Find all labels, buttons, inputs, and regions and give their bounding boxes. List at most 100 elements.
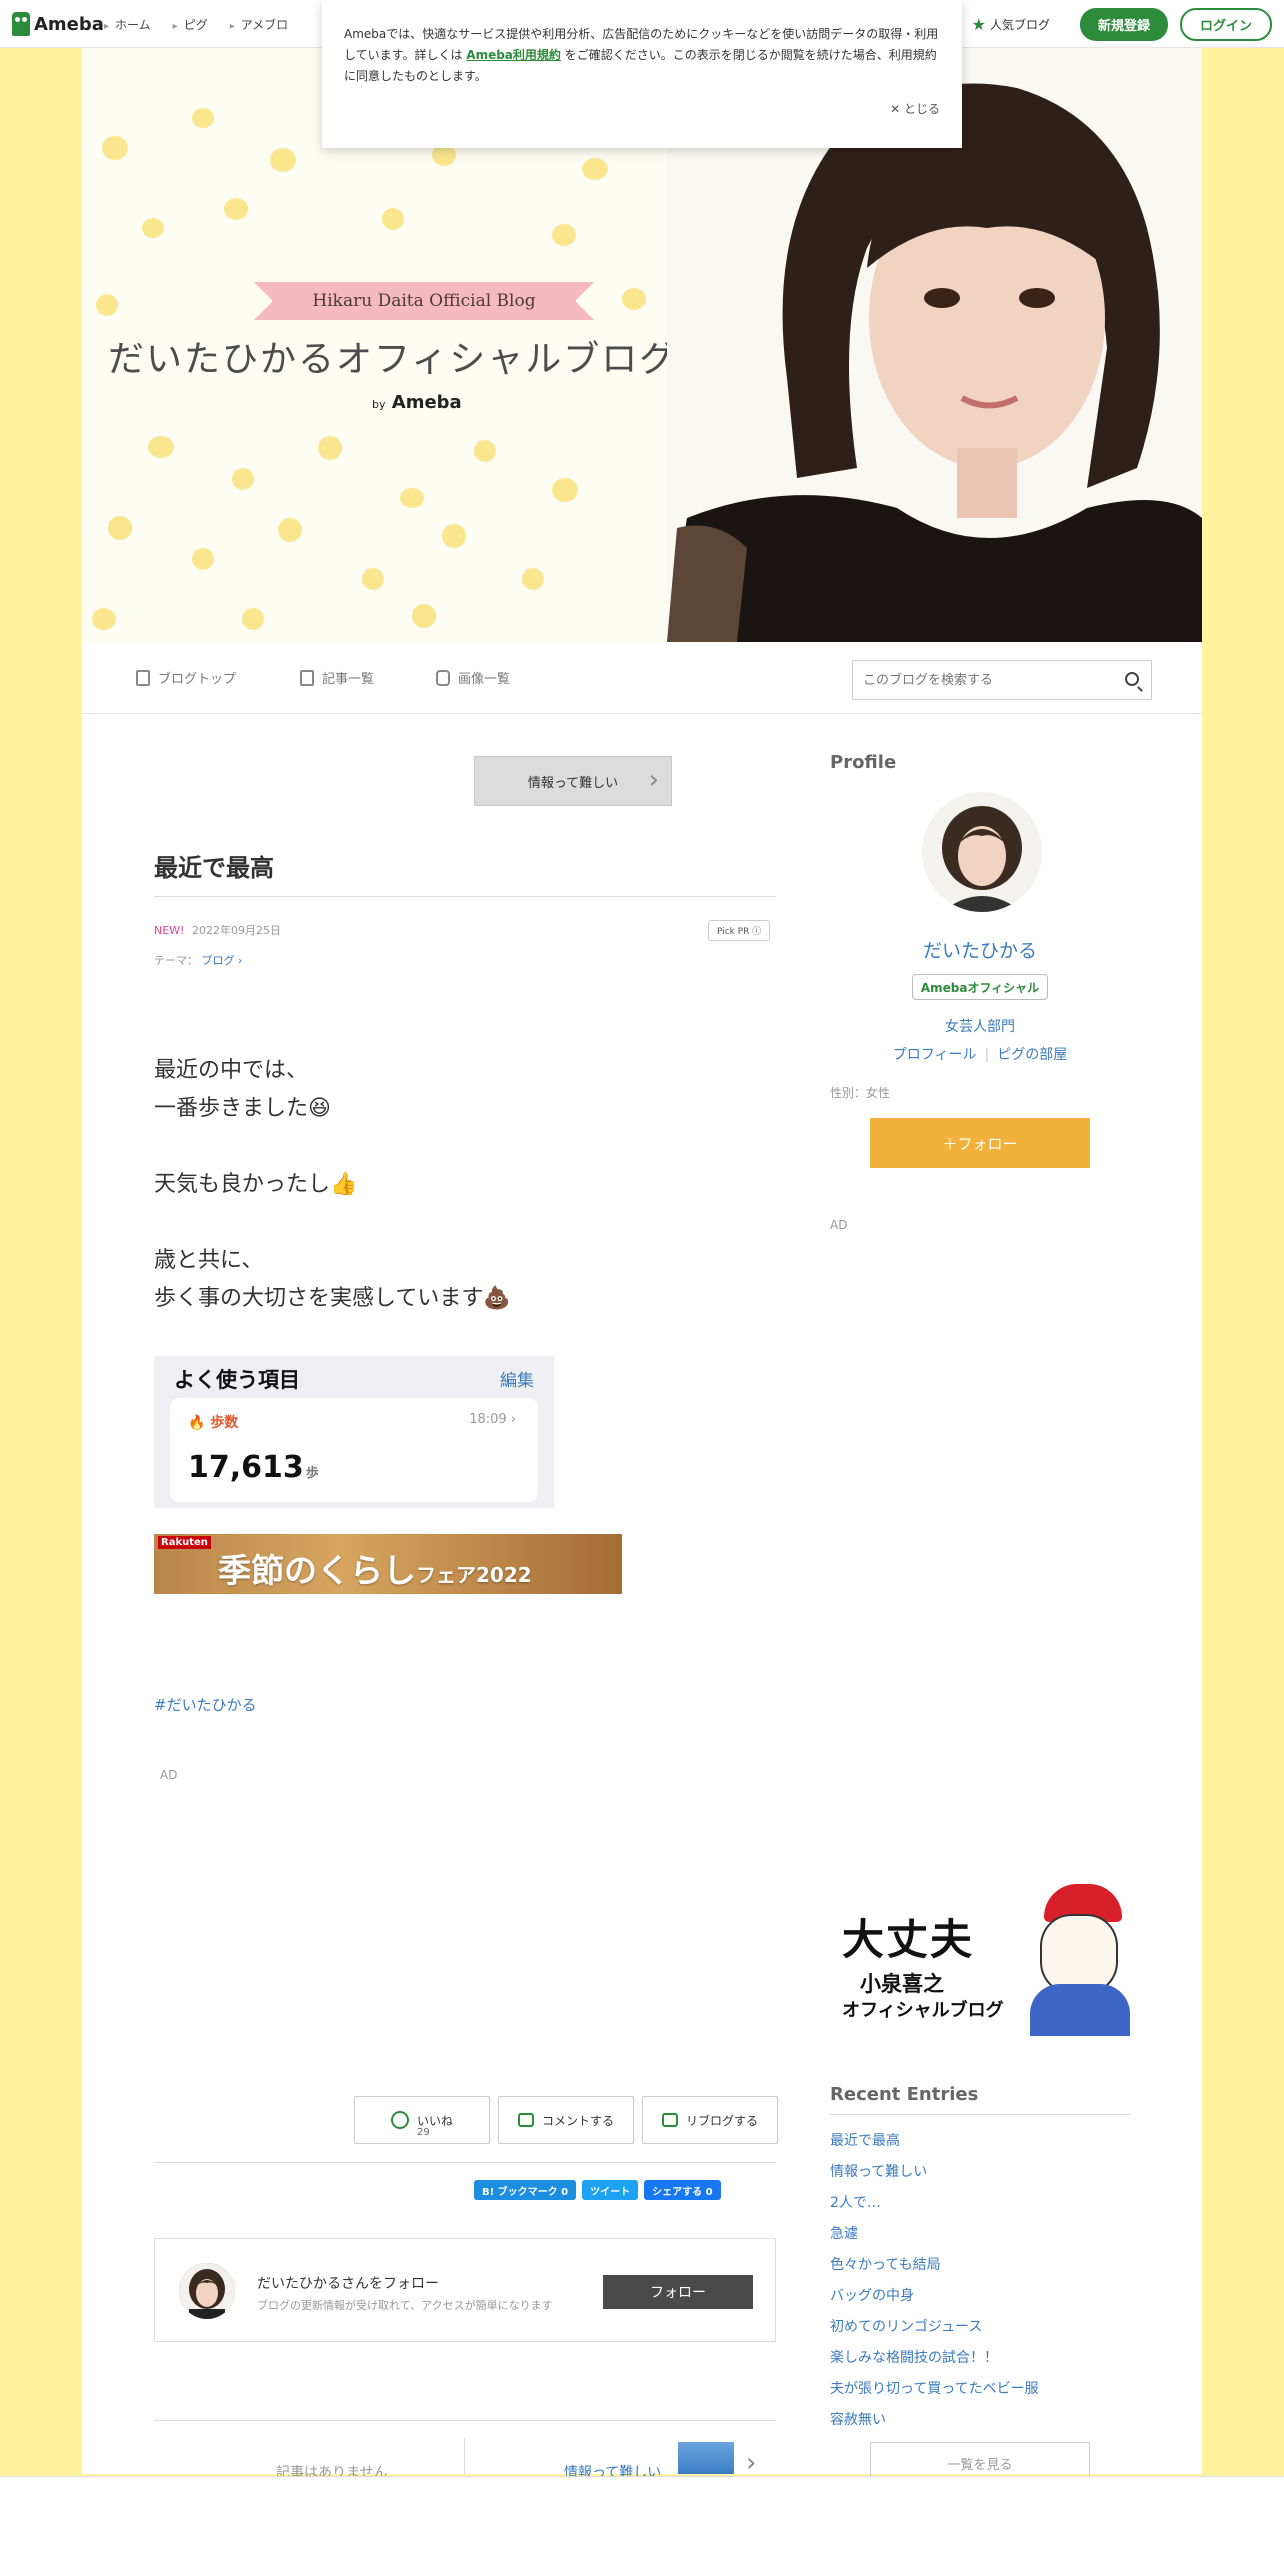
ameba-wordmark: Ameba [391,392,462,413]
recent-entry[interactable]: 楽しみな格闘技の試合！！ [830,2343,1039,2374]
popular-label: 人気ブログ [989,18,1050,32]
terms-link[interactable]: Ameba利用規約 [466,48,561,62]
pick-pr-button[interactable]: Pick PR ⓘ [708,920,771,941]
nav-pig[interactable]: ピグ [173,16,208,33]
profile-category[interactable]: 女芸人部門 [830,1016,1130,1036]
like-label: いいね [416,2113,453,2128]
recent-entry[interactable]: 2人で… [830,2188,1039,2219]
next-entry-thumbnail[interactable] [678,2442,734,2474]
main-panel: ブログトップ 記事一覧 画像一覧 情報って難しい 最近で最高 NEW! 2022… [82,642,1202,2484]
body-line: 最近の中では、 [154,1058,309,1083]
body-line: 歳と共に、 [154,1248,264,1273]
steps-value: 17,613 [188,1450,304,1485]
hatena-bookmark-button[interactable]: B! ブックマーク 0 [474,2180,577,2200]
author-avatar [179,2263,235,2319]
profile-name[interactable]: だいたひかる [830,936,1130,963]
next-entry-button[interactable]: 情報って難しい [474,756,672,806]
recent-entry[interactable]: 夫が張り切って買ってたベビー服 [830,2374,1039,2405]
blog-search [852,660,1152,700]
comment-button[interactable]: コメントする [498,2096,634,2144]
reblog-icon [661,2113,678,2127]
document-icon [136,669,150,686]
blog-search-input[interactable] [853,661,1103,699]
blog-subnav: ブログトップ 記事一覧 画像一覧 [82,642,1202,714]
article-actions: いいね 29 コメントする リブログする [354,2096,778,2144]
banner-face-illustration [1040,1914,1118,1994]
reblog-label: リブログする [685,2113,758,2128]
recent-entry[interactable]: 急遽 [830,2219,1039,2250]
official-badge: Amebaオフィシャル [912,974,1048,1000]
blog-title[interactable]: だいたひかるオフィシャルブログ [108,330,677,382]
steps-count: 17,613 歩 [188,1450,319,1485]
health-edit: 編集 [500,1371,534,1391]
image-list-label: 画像一覧 [458,672,511,687]
body-line: 一番歩きました😆 [154,1096,331,1121]
banner-main: 季節のくらし [218,1551,416,1590]
steps-card: 🔥 歩数 18:09 17,613歩 [170,1398,538,1502]
pig-room-link[interactable]: ピグの部屋 [997,1047,1067,1063]
article-title: 最近で最高 [154,854,274,882]
login-button[interactable]: ログイン [1179,8,1272,41]
nav-image-list[interactable]: 画像一覧 [436,668,510,687]
hashtag-link[interactable]: #だいたひかる [154,1694,257,1715]
banner-line-3: オフィシャルブログ [842,2000,1004,2021]
blog-ribbon: Hikaru Daita Official Blog [254,282,594,320]
sidebar-ad-label: AD [830,1218,848,1232]
theme-label: テーマ： [154,954,198,967]
recent-entry[interactable]: 容赦無い [830,2405,1039,2436]
health-screenshot[interactable]: よく使う項目 編集 🔥 歩数 18:09 17,613歩 [154,1356,554,1508]
banner-text: 季節のくらしフェア2022 [218,1544,532,1592]
steps-time: 18:09 [469,1412,516,1427]
entry-list-label: 記事一覧 [322,672,375,687]
body-line: 歩く事の大切さを実感しています💩 [154,1286,511,1311]
cookie-close-button[interactable]: ✕ とじる [890,99,940,120]
profile-link[interactable]: プロフィール [893,1047,977,1063]
bottom-bar [0,2476,1284,2568]
recent-entry[interactable]: 最近で最高 [830,2126,1039,2157]
facebook-share-button[interactable]: シェアする 0 [644,2180,721,2200]
nav-entry-list[interactable]: 記事一覧 [300,668,374,687]
copy-icon [300,669,314,686]
follow-button[interactable]: フォロー [603,2275,753,2309]
recent-entry[interactable]: 初めてのリンゴジュース [830,2312,1039,2343]
follow-title: だいたひかるさんをフォロー [257,2276,439,2292]
register-button[interactable]: 新規登録 [1079,8,1168,41]
nav-home[interactable]: ホーム [104,16,151,33]
like-button[interactable]: いいね 29 [354,2096,490,2144]
search-icon[interactable] [1125,672,1139,686]
koizumi-blog-banner[interactable]: 大丈夫 小泉喜之 オフィシャルブログ [834,1884,1130,2036]
article-meta: NEW! 2022年09月25日 [154,922,281,938]
follow-subtext: ブログの更新情報が受け取れて、アクセスが簡単になります [257,2299,553,2312]
reblog-button[interactable]: リブログする [642,2096,778,2144]
health-title: よく使う項目 [174,1368,300,1392]
article-body: 最近の中では、 一番歩きました😆 天気も良かったし👍 歳と共に、 歩く事の大切さ… [154,1052,511,1318]
blog-top-label: ブログトップ [158,672,237,687]
link-separator: | [984,1047,990,1063]
by-label: by [372,398,386,411]
by-ameba: by Ameba [372,392,462,413]
profile-heading: Profile [830,752,897,773]
nav-blog-top[interactable]: ブログトップ [136,668,236,687]
rakuten-banner[interactable]: Rakuten 季節のくらしフェア2022 [154,1534,622,1594]
recent-entries-heading: Recent Entries [830,2084,979,2105]
recent-entries-list: 最近で最高 情報って難しい 2人で… 急遽 色々かっても結局 バッグの中身 初め… [830,2126,1039,2436]
recent-entry[interactable]: 色々かっても結局 [830,2250,1039,2281]
popular-blog-link[interactable]: ★ 人気ブログ [972,15,1050,34]
theme-link[interactable]: ブログ › [202,954,243,967]
banner-body-illustration [1030,1984,1130,2036]
body-line [154,1204,511,1242]
banner-sub: フェア2022 [416,1563,532,1587]
profile-links: プロフィール | ピグの部屋 [830,1044,1130,1064]
tweet-button[interactable]: ツイート [582,2180,639,2200]
follow-box: だいたひかるさんをフォロー ブログの更新情報が受け取れて、アクセスが簡単になりま… [154,2238,776,2342]
recent-entry[interactable]: バッグの中身 [830,2281,1039,2312]
profile-avatar[interactable] [922,792,1042,912]
banner-line-2: 小泉喜之 [860,1972,944,1996]
chevron-right-icon[interactable]: › [746,2448,756,2478]
sidebar-follow-button[interactable]: ＋フォロー [870,1118,1090,1168]
recent-entry[interactable]: 情報って難しい [830,2157,1039,2188]
nav-ameblo[interactable]: アメブロ [230,16,288,33]
actions-divider [154,2162,776,2163]
ameba-logo[interactable]: Ameba [12,12,104,36]
like-count: 29 [417,2127,430,2138]
